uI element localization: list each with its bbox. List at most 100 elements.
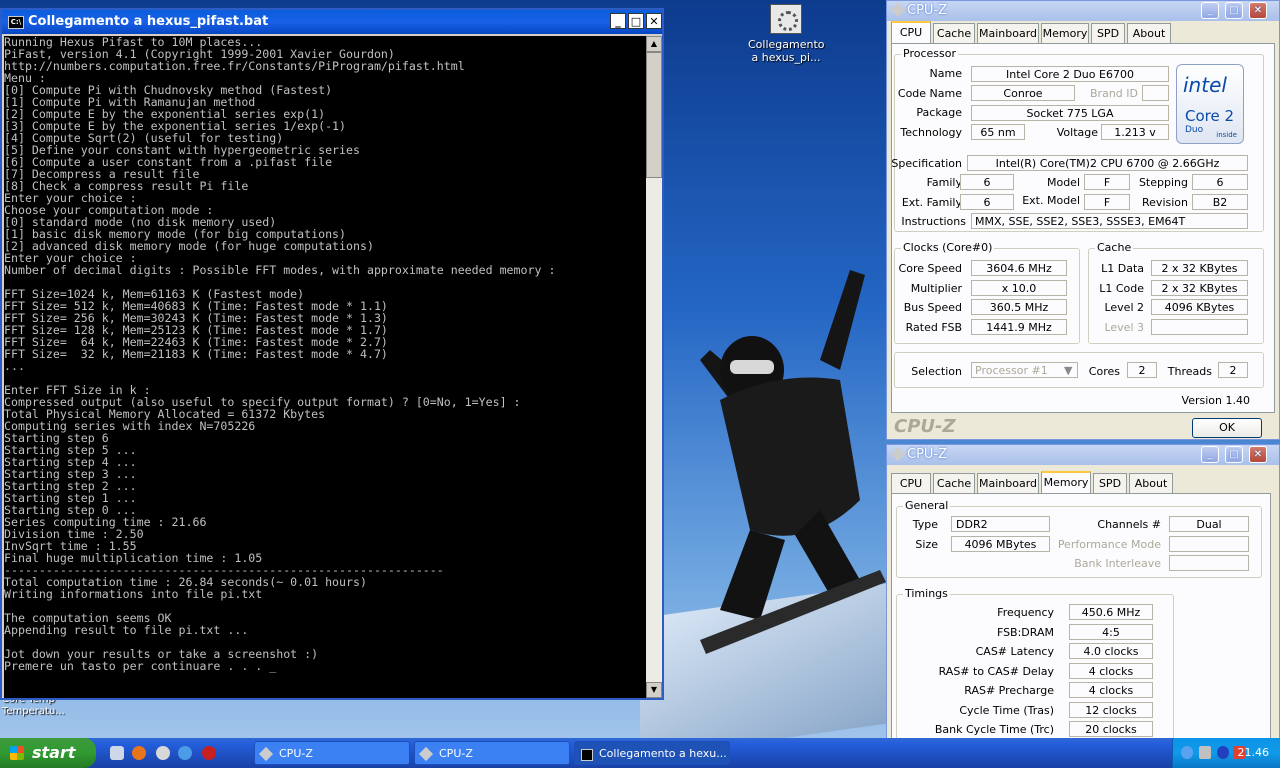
cas-latency-value: 4.0 clocks	[1069, 643, 1153, 659]
tab-mainboard[interactable]: Mainboard	[977, 23, 1039, 43]
channels-value: Dual	[1169, 516, 1249, 532]
type-value: DDR2	[951, 516, 1050, 532]
timings-group-label: Timings	[903, 587, 950, 600]
desktop-shortcut-hexus[interactable]: Collegamento a hexus_pi...	[748, 4, 825, 64]
close-button[interactable]: ✕	[646, 13, 662, 29]
package-value: Socket 775 LGA	[971, 105, 1169, 121]
fsb-dram-label: FSB:DRAM	[996, 626, 1054, 639]
tab-cpu[interactable]: CPU	[891, 21, 931, 44]
tab-cache[interactable]: Cache	[933, 473, 975, 493]
batch-file-icon	[770, 4, 802, 34]
desktop-shortcut-label: Collegamento a hexus_pi...	[748, 38, 825, 64]
scroll-up-arrow-icon[interactable]: ▲	[646, 36, 662, 52]
start-button[interactable]: start	[0, 738, 96, 768]
close-button[interactable]: ✕	[1249, 2, 1267, 19]
console-line: FFT Size= 32 k, Mem=21183 K (Time: Faste…	[4, 347, 388, 361]
scroll-thumb[interactable]	[646, 52, 662, 178]
instructions-value: MMX, SSE, SSE2, SSE3, SSSE3, EM64T	[971, 213, 1248, 229]
maximize-button[interactable]: □	[1225, 2, 1243, 19]
version-label: Version 1.40	[1181, 394, 1250, 407]
tab-cpu[interactable]: CPU	[891, 473, 931, 493]
tab-spd[interactable]: SPD	[1093, 473, 1127, 493]
revision-label: Revision	[1142, 196, 1188, 209]
type-label: Type	[912, 518, 938, 531]
level2-value: 4096 KBytes	[1151, 299, 1248, 315]
cpuz-app-icon	[258, 746, 274, 762]
taskbar-item-cpuz-2[interactable]: CPU-Z	[414, 741, 570, 765]
fsb-dram-value: 4:5	[1069, 624, 1153, 640]
ras-precharge-label: RAS# Precharge	[964, 684, 1054, 697]
technology-value: 65 nm	[971, 124, 1025, 140]
model-label: Model	[1046, 176, 1080, 189]
cas-latency-label: CAS# Latency	[975, 645, 1054, 658]
instructions-label: Instructions	[901, 215, 966, 228]
voltage-label: Voltage	[1056, 126, 1098, 139]
console-line: ...	[4, 359, 25, 373]
scroll-down-arrow-icon[interactable]: ▼	[646, 682, 662, 698]
tab-memory[interactable]: Memory	[1041, 23, 1089, 43]
bus-speed-label: Bus Speed	[903, 301, 962, 314]
close-button[interactable]: ✕	[1249, 446, 1267, 463]
threads-label: Threads	[1167, 365, 1212, 378]
minimize-button[interactable]: _	[610, 13, 626, 29]
clock[interactable]: 21.46	[1238, 738, 1270, 768]
tab-memory[interactable]: Memory	[1041, 471, 1091, 494]
core-speed-value: 3604.6 MHz	[971, 260, 1067, 276]
console-scrollbar[interactable]: ▲ ▼	[646, 36, 662, 698]
snowboarder-image	[700, 270, 886, 654]
firefox-icon[interactable]	[132, 746, 146, 760]
ras-to-cas-label: RAS# to CAS# Delay	[938, 665, 1054, 678]
console-titlebar[interactable]: C:\ Collegamento a hexus_pifast.bat _ □ …	[2, 10, 662, 34]
tab-mainboard[interactable]: Mainboard	[977, 473, 1039, 493]
performance-mode-label: Performance Mode	[1057, 538, 1161, 551]
cpuz-titlebar[interactable]: CPU-Z _ □ ✕	[887, 445, 1279, 465]
clocks-group-label: Clocks (Core#0)	[901, 241, 995, 254]
cpuz-titlebar[interactable]: CPU-Z _ □ ✕	[887, 1, 1279, 21]
package-label: Package	[916, 106, 962, 119]
ras-precharge-value: 4 clocks	[1069, 682, 1153, 698]
stepping-label: Stepping	[1138, 176, 1188, 189]
cache-group-label: Cache	[1095, 241, 1134, 254]
cpuz-tabs: CPU Cache Mainboard Memory SPD About	[891, 21, 1275, 44]
threads-value: 2	[1218, 362, 1248, 378]
minimize-button[interactable]: _	[1201, 446, 1219, 463]
ok-button[interactable]: OK	[1192, 418, 1262, 438]
cpuz-app-icon	[418, 746, 434, 762]
console-output[interactable]: Running Hexus Pifast to 10M places... PiF…	[4, 36, 646, 698]
show-desktop-icon[interactable]	[110, 746, 124, 760]
tray-expand-icon[interactable]	[1181, 746, 1193, 759]
opera-icon[interactable]	[202, 746, 216, 760]
rated-fsb-value: 1441.9 MHz	[971, 319, 1067, 335]
channels-label: Channels #	[1097, 518, 1161, 531]
internet-explorer-icon[interactable]	[178, 746, 192, 760]
tab-about[interactable]: About	[1127, 23, 1171, 43]
tab-about[interactable]: About	[1129, 473, 1173, 493]
specification-label: Specification	[891, 157, 962, 170]
media-player-icon[interactable]	[156, 746, 170, 760]
chevron-down-icon[interactable]: ▼	[1064, 364, 1072, 377]
taskbar: start CPU-Z CPU-Z Collegamento a hexu...…	[0, 738, 1280, 768]
console-line: Premere un tasto per continuare . . . _	[4, 659, 277, 673]
model-value: F	[1084, 174, 1130, 190]
frequency-label: Frequency	[997, 606, 1054, 619]
l1-code-label: L1 Code	[1099, 282, 1144, 295]
minimize-button[interactable]: _	[1201, 2, 1219, 19]
bus-speed-value: 360.5 MHz	[971, 299, 1067, 315]
bluetooth-icon[interactable]	[1217, 746, 1229, 759]
taskbar-item-console[interactable]: Collegamento a hexu...	[574, 741, 730, 765]
tab-cache[interactable]: Cache	[933, 23, 975, 43]
codename-value: Conroe	[971, 85, 1075, 101]
ext-family-label: Ext. Family	[901, 196, 962, 209]
l1-data-label: L1 Data	[1101, 262, 1144, 275]
maximize-button[interactable]: □	[1225, 446, 1243, 463]
console-window: C:\ Collegamento a hexus_pifast.bat _ □ …	[0, 8, 664, 700]
taskbar-item-cpuz-1[interactable]: CPU-Z	[254, 741, 410, 765]
maximize-button[interactable]: □	[628, 13, 644, 29]
l1-data-value: 2 x 32 KBytes	[1151, 260, 1248, 276]
stepping-value: 6	[1192, 174, 1248, 190]
console-line: Writing informations into file pi.txt	[4, 587, 263, 601]
processor-select[interactable]: Processor #1	[971, 362, 1078, 378]
processor-group-label: Processor	[901, 47, 958, 60]
tab-spd[interactable]: SPD	[1091, 23, 1125, 43]
volume-icon[interactable]	[1199, 746, 1211, 759]
